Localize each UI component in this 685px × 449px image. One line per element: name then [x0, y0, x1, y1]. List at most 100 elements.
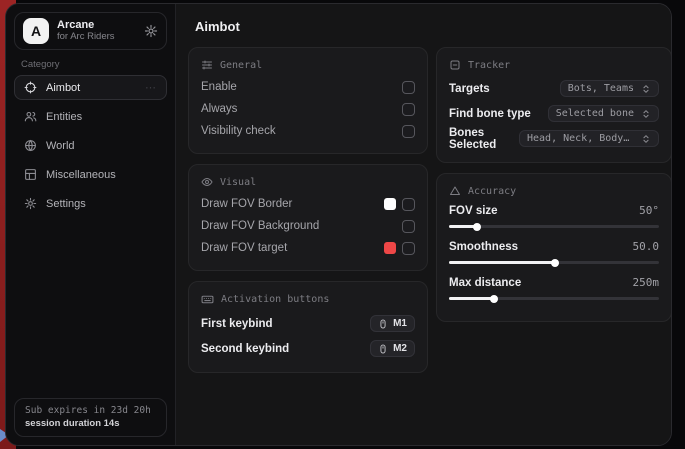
sidebar-item-settings[interactable]: Settings	[14, 191, 167, 216]
keybind-value: M1	[393, 318, 407, 329]
chevrons-up-down-icon	[641, 134, 651, 144]
setting-row-max-distance: Max distance 250m	[449, 274, 659, 300]
visibility-check-checkbox[interactable]	[402, 125, 415, 138]
left-column: General Enable Always Visibility check	[188, 47, 428, 383]
setting-row-visibility-check: Visibility check	[201, 120, 415, 142]
bones-selected-dropdown[interactable]: Head, Neck, Body, Fe...	[519, 130, 659, 147]
gear-icon	[24, 197, 37, 210]
session-duration-text: session duration 14s	[25, 418, 156, 429]
eye-icon	[201, 176, 213, 188]
setting-row-find-bone-type: Find bone type Selected bone	[449, 101, 659, 126]
setting-row-targets: Targets Bots, Teams	[449, 76, 659, 101]
setting-label: Targets	[449, 83, 490, 95]
sidebar-menu: Aimbot ⋯ Entities World	[6, 75, 175, 216]
right-column: Tracker Targets Bots, Teams	[436, 47, 672, 332]
fov-border-checkbox[interactable]	[402, 198, 415, 211]
accuracy-card-title: Accuracy	[468, 186, 516, 197]
app-subtitle: for Arc Riders	[57, 32, 136, 43]
gear-icon[interactable]	[144, 24, 158, 38]
menu-item-hint-dots: ⋯	[145, 81, 157, 94]
tracker-card-title: Tracker	[468, 60, 510, 71]
visual-card-title: Visual	[220, 177, 256, 188]
app-title-block: Arcane for Arc Riders	[57, 19, 136, 43]
app-header: A Arcane for Arc Riders	[14, 12, 167, 50]
chevrons-up-down-icon	[641, 109, 651, 119]
setting-label: FOV size	[449, 205, 498, 217]
first-keybind-button[interactable]: M1	[370, 315, 415, 332]
setting-label: Max distance	[449, 277, 521, 289]
setting-row-second-keybind: Second keybind M2	[201, 336, 415, 361]
setting-label: Find bone type	[449, 108, 531, 120]
dropdown-value: Selected bone	[556, 108, 634, 119]
visual-card: Visual Draw FOV Border Draw FOV Backgrou…	[188, 164, 428, 271]
category-label: Category	[21, 59, 160, 70]
slider-thumb[interactable]	[551, 259, 559, 267]
fov-background-checkbox[interactable]	[402, 220, 415, 233]
find-bone-type-dropdown[interactable]: Selected bone	[548, 105, 659, 122]
setting-row-fov-background: Draw FOV Background	[201, 215, 415, 237]
app-name: Arcane	[57, 19, 136, 32]
setting-row-fov-size: FOV size 50°	[449, 202, 659, 228]
targets-dropdown[interactable]: Bots, Teams	[560, 80, 659, 97]
dropdown-value: Bots, Teams	[568, 83, 634, 94]
smoothness-slider[interactable]	[449, 261, 659, 264]
setting-row-fov-border: Draw FOV Border	[201, 193, 415, 215]
general-card-header: General	[201, 59, 415, 71]
sidebar-item-label: Settings	[46, 198, 86, 210]
keybind-value: M2	[393, 343, 407, 354]
sidebar-item-aimbot[interactable]: Aimbot ⋯	[14, 75, 167, 100]
fov-size-value: 50°	[639, 204, 659, 217]
setting-row-enable: Enable	[201, 76, 415, 98]
mouse-icon	[378, 319, 388, 329]
enable-checkbox[interactable]	[402, 81, 415, 94]
slider-thumb[interactable]	[490, 295, 498, 303]
tracker-card-header: Tracker	[449, 59, 659, 71]
scan-icon	[449, 59, 461, 71]
sidebar-item-label: Entities	[46, 111, 82, 123]
sidebar: A Arcane for Arc Riders Category	[6, 4, 176, 445]
accuracy-card: Accuracy FOV size 50°	[436, 173, 672, 322]
setting-row-first-keybind: First keybind M1	[201, 311, 415, 336]
setting-label: Visibility check	[201, 125, 276, 137]
fov-target-checkbox[interactable]	[402, 242, 415, 255]
triangle-icon	[449, 185, 461, 197]
tracker-card: Tracker Targets Bots, Teams	[436, 47, 672, 163]
activation-card: Activation buttons First keybind M1	[188, 281, 428, 373]
crosshair-icon	[24, 81, 37, 94]
chevrons-up-down-icon	[641, 84, 651, 94]
setting-label: Second keybind	[201, 343, 289, 355]
mouse-icon	[378, 344, 388, 354]
slider-thumb[interactable]	[473, 223, 481, 231]
sidebar-item-miscellaneous[interactable]: Miscellaneous	[14, 162, 167, 187]
sliders-icon	[201, 59, 213, 71]
sidebar-item-entities[interactable]: Entities	[14, 104, 167, 129]
setting-label: Draw FOV Border	[201, 198, 292, 210]
sidebar-item-label: World	[46, 140, 75, 152]
general-card-title: General	[220, 60, 262, 71]
cards-grid: General Enable Always Visibility check	[188, 47, 672, 383]
setting-label: Bones Selected	[449, 127, 519, 151]
keyboard-icon	[201, 293, 214, 306]
globe-icon	[24, 139, 37, 152]
fov-target-color-swatch[interactable]	[384, 242, 396, 254]
app-window: A Arcane for Arc Riders Category	[5, 3, 672, 446]
fov-size-slider[interactable]	[449, 225, 659, 228]
sidebar-item-label: Miscellaneous	[46, 169, 116, 181]
general-card: General Enable Always Visibility check	[188, 47, 428, 154]
fov-border-color-swatch[interactable]	[384, 198, 396, 210]
setting-row-always: Always	[201, 98, 415, 120]
sidebar-item-world[interactable]: World	[14, 133, 167, 158]
sub-expiry-text: Sub expires in 23d 20h	[25, 405, 156, 416]
max-distance-value: 250m	[633, 276, 660, 289]
grid-icon	[24, 168, 37, 181]
setting-label: First keybind	[201, 318, 273, 330]
page-title: Aimbot	[195, 19, 672, 34]
max-distance-slider[interactable]	[449, 297, 659, 300]
subscription-info: Sub expires in 23d 20h session duration …	[14, 398, 167, 437]
setting-label: Always	[201, 103, 237, 115]
second-keybind-button[interactable]: M2	[370, 340, 415, 357]
setting-row-bones-selected: Bones Selected Head, Neck, Body, Fe...	[449, 126, 659, 151]
always-checkbox[interactable]	[402, 103, 415, 116]
smoothness-value: 50.0	[633, 240, 660, 253]
users-icon	[24, 110, 37, 123]
